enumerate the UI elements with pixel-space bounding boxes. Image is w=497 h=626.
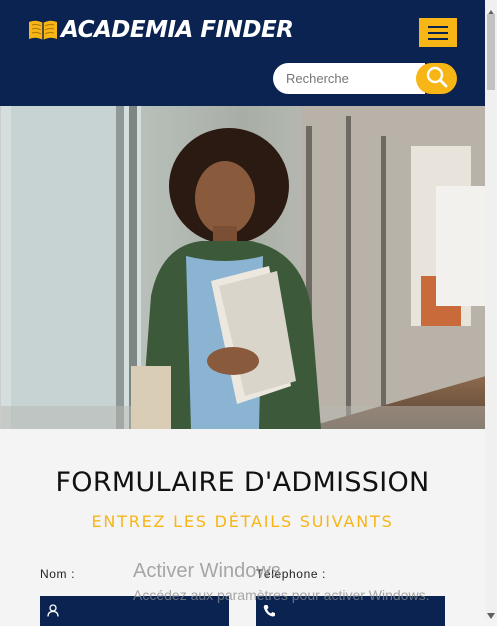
hamburger-icon-bar bbox=[428, 25, 448, 28]
hero-image bbox=[0, 106, 486, 429]
vertical-scrollbar[interactable] bbox=[485, 0, 497, 619]
site-header: ACADEMIA FINDER bbox=[0, 0, 485, 106]
form-subtitle: ENTREZ LES DÉTAILS SUIVANTS bbox=[91, 512, 394, 531]
logo[interactable]: ACADEMIA FINDER bbox=[28, 17, 294, 43]
search-icon bbox=[426, 66, 448, 91]
user-icon bbox=[47, 604, 59, 622]
menu-button[interactable] bbox=[419, 18, 457, 47]
scrollbar-thumb[interactable] bbox=[487, 14, 495, 90]
hamburger-icon-bar bbox=[428, 37, 448, 40]
phone-icon bbox=[263, 604, 275, 622]
phone-label: Téléphone : bbox=[256, 567, 326, 581]
form-title: FORMULAIRE D'ADMISSION bbox=[55, 467, 430, 498]
hamburger-icon-bar bbox=[428, 31, 448, 34]
search-button[interactable] bbox=[416, 63, 457, 94]
scroll-down-arrow-icon[interactable] bbox=[487, 606, 495, 624]
search-input[interactable] bbox=[273, 63, 425, 94]
admission-form: FORMULAIRE D'ADMISSION ENTREZ LES DÉTAIL… bbox=[0, 429, 485, 626]
phone-field[interactable] bbox=[256, 596, 445, 626]
name-label: Nom : bbox=[40, 567, 76, 581]
open-book-icon bbox=[28, 19, 58, 41]
name-field[interactable] bbox=[40, 596, 229, 626]
search-bar bbox=[273, 63, 457, 94]
logo-text: ACADEMIA FINDER bbox=[61, 17, 294, 43]
